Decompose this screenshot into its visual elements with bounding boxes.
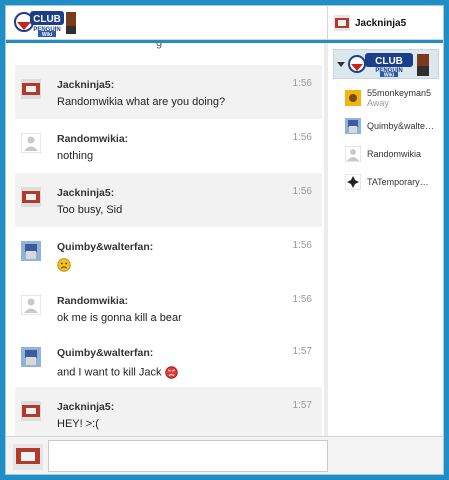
chat-message: Jackninja5: HEY! >:( 1:57 — [15, 387, 322, 436]
user-list-item[interactable]: TATemporary… — [345, 167, 429, 197]
svg-text:CLUB: CLUB — [375, 56, 403, 67]
chat-message: Quimby&walterfan: 1:56 — [15, 227, 322, 281]
message-input[interactable] — [48, 440, 328, 472]
user-name: 55monkeyman5 — [367, 88, 432, 98]
default-avatar-icon[interactable] — [21, 133, 41, 153]
composer-bar — [6, 436, 443, 474]
message-time: 1:57 — [292, 346, 312, 357]
collapse-triangle-icon[interactable] — [337, 62, 345, 67]
angry-face-icon — [164, 366, 178, 379]
message-scrollbar[interactable] — [324, 43, 328, 436]
chat-message: Jackninja5: Too busy, Sid 1:56 — [15, 173, 322, 227]
message-text: Randomwikia what are you doing? — [57, 96, 226, 108]
chat-message: Quimby&walterfan: and I want to kill Jac… — [15, 333, 322, 387]
svg-text:Wiki: Wiki — [384, 73, 395, 79]
chat-header: CLUB PENGUIN Wiki Jackninja5 — [6, 6, 443, 40]
message-text: Too busy, Sid — [57, 204, 123, 216]
wiki-logo: CLUB PENGUIN Wiki — [348, 53, 429, 79]
message-time: 1:56 — [292, 132, 312, 143]
message-time: 1:57 — [292, 400, 312, 411]
message-time: 1:56 — [292, 78, 312, 89]
jackninja5-avatar-icon[interactable] — [21, 187, 41, 207]
message-list[interactable]: g Jackninja5: Randomwikia what are you d… — [6, 43, 328, 436]
message-author[interactable]: Quimby&walterfan: — [57, 241, 322, 253]
wiki-logo[interactable]: CLUB PENGUIN Wiki — [12, 8, 78, 38]
message-author[interactable]: Jackninja5: — [57, 401, 322, 413]
my-avatar-icon — [13, 444, 43, 470]
sad-face-icon — [57, 258, 71, 272]
message-author[interactable]: Quimby&walterfan: — [57, 347, 322, 359]
quimby-avatar-icon[interactable] — [21, 241, 41, 261]
current-username: Jackninja5 — [355, 17, 407, 29]
quimby-avatar-icon[interactable] — [21, 347, 41, 367]
svg-text:CLUB: CLUB — [33, 14, 61, 25]
chat-window: CLUB PENGUIN Wiki Jackninja5 g Jackninja… — [5, 5, 444, 475]
message-author[interactable]: Jackninja5: — [57, 79, 322, 91]
chat-message: Randomwikia: ok me is gonna kill a bear … — [15, 281, 322, 335]
message-time: 1:56 — [292, 294, 312, 305]
partial-message-text: g — [156, 43, 163, 49]
message-text: nothing — [57, 150, 94, 162]
message-time: 1:56 — [292, 240, 312, 251]
current-user[interactable]: Jackninja5 — [327, 6, 443, 40]
user-name: Randomwikia — [367, 149, 422, 159]
default-avatar-icon[interactable] — [21, 295, 41, 315]
svg-text:Wiki: Wiki — [42, 32, 53, 38]
message-time: 1:56 — [292, 186, 312, 197]
quimby-avatar-icon — [345, 118, 361, 134]
monkey-avatar-icon — [345, 90, 361, 106]
user-list-item[interactable]: 55monkeyman5 Away — [345, 83, 431, 113]
user-name: TATemporary… — [367, 177, 429, 187]
message-text — [57, 258, 322, 272]
jackninja5-avatar-icon[interactable] — [21, 401, 41, 421]
user-list-item[interactable]: Quimby&walte… — [345, 111, 434, 141]
room-header[interactable]: CLUB PENGUIN Wiki — [333, 49, 439, 79]
chat-message: Randomwikia: nothing 1:56 — [15, 119, 322, 173]
user-name: Quimby&walte… — [367, 121, 435, 131]
user-list-item[interactable]: Randomwikia — [345, 139, 421, 169]
message-text: ok me is gonna kill a bear — [57, 312, 182, 324]
message-author[interactable]: Randomwikia: — [57, 133, 322, 145]
user-list-sidebar: CLUB PENGUIN Wiki 55monkeyman5 Away Quim… — [329, 43, 443, 436]
message-author[interactable]: Jackninja5: — [57, 187, 322, 199]
message-text-row: and I want to kill Jack — [57, 366, 322, 379]
message-text: HEY! >:( — [57, 418, 99, 430]
user-status: Away — [367, 98, 389, 108]
default-avatar-icon — [345, 146, 361, 162]
jackninja5-avatar-icon[interactable] — [21, 79, 41, 99]
message-text: and I want to kill Jack — [57, 366, 162, 379]
message-author[interactable]: Randomwikia: — [57, 295, 322, 307]
tatemp-avatar-icon — [345, 174, 361, 190]
chat-message: Jackninja5: Randomwikia what are you doi… — [15, 65, 322, 119]
user-avatar-icon — [334, 15, 350, 31]
